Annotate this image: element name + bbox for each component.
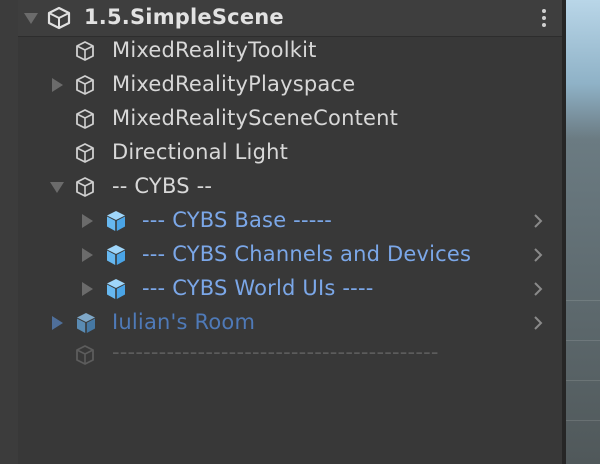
kebab-menu-icon[interactable] xyxy=(536,6,552,30)
hierarchy-item[interactable]: ----------------------------------------… xyxy=(18,338,562,372)
expand-arrow-icon[interactable] xyxy=(52,78,63,92)
expand-arrow-icon[interactable] xyxy=(50,182,64,193)
expand-arrow-icon[interactable] xyxy=(82,214,93,228)
chevron-right-icon[interactable] xyxy=(528,245,548,265)
cube-outline-icon xyxy=(76,177,94,197)
hierarchy-item-label: -- CYBS -- xyxy=(112,174,213,198)
hierarchy-scene-header[interactable]: 1.5.SimpleScene xyxy=(18,0,562,37)
cube-outline-icon xyxy=(76,75,94,95)
hierarchy-item-prefab[interactable]: --- CYBS Base ----- xyxy=(18,204,562,238)
hierarchy-item[interactable]: MixedRealitySceneContent xyxy=(18,102,562,136)
expand-arrow-icon[interactable] xyxy=(52,316,63,330)
unity-scene-icon xyxy=(47,6,71,30)
hierarchy-item[interactable]: MixedRealityPlayspace xyxy=(18,68,562,102)
hierarchy-item-label: ----------------------------------------… xyxy=(112,340,439,364)
prefab-cube-icon xyxy=(77,313,95,333)
prefab-cube-icon xyxy=(107,279,125,299)
hierarchy-item-prefab[interactable]: Iulian's Room xyxy=(18,306,562,340)
chevron-right-icon[interactable] xyxy=(528,313,548,333)
hierarchy-item-prefab[interactable]: --- CYBS Channels and Devices xyxy=(18,238,562,272)
left-gutter xyxy=(0,0,18,464)
cube-outline-icon xyxy=(76,143,94,163)
prefab-cube-icon xyxy=(107,245,125,265)
expand-arrow-icon[interactable] xyxy=(82,248,93,262)
prefab-cube-icon xyxy=(107,211,125,231)
scene-view-edge xyxy=(566,0,600,464)
hierarchy-item-label: MixedRealityPlayspace xyxy=(112,72,356,96)
hierarchy-item-prefab[interactable]: --- CYBS World UIs ---- xyxy=(18,272,562,306)
expand-arrow-icon[interactable] xyxy=(82,282,93,296)
cube-outline-icon xyxy=(76,345,94,365)
cube-outline-icon xyxy=(76,109,94,129)
hierarchy-item-label: --- CYBS Channels and Devices xyxy=(142,242,472,266)
expand-arrow-icon[interactable] xyxy=(24,13,38,24)
hierarchy-item[interactable]: -- CYBS -- xyxy=(18,170,562,204)
chevron-right-icon[interactable] xyxy=(528,211,548,231)
hierarchy-item-label: MixedRealitySceneContent xyxy=(112,106,399,130)
hierarchy-item-label: Iulian's Room xyxy=(112,310,256,334)
chevron-right-icon[interactable] xyxy=(528,279,548,299)
hierarchy-item-label: Directional Light xyxy=(112,140,289,164)
hierarchy-item-label: MixedRealityToolkit xyxy=(112,38,317,62)
hierarchy-item-label: --- CYBS Base ----- xyxy=(142,208,333,232)
hierarchy-item-label: --- CYBS World UIs ---- xyxy=(142,276,374,300)
hierarchy-item[interactable]: Directional Light xyxy=(18,136,562,170)
scene-title: 1.5.SimpleScene xyxy=(84,5,284,29)
hierarchy-item[interactable]: MixedRealityToolkit xyxy=(18,34,562,68)
cube-outline-icon xyxy=(76,41,94,61)
